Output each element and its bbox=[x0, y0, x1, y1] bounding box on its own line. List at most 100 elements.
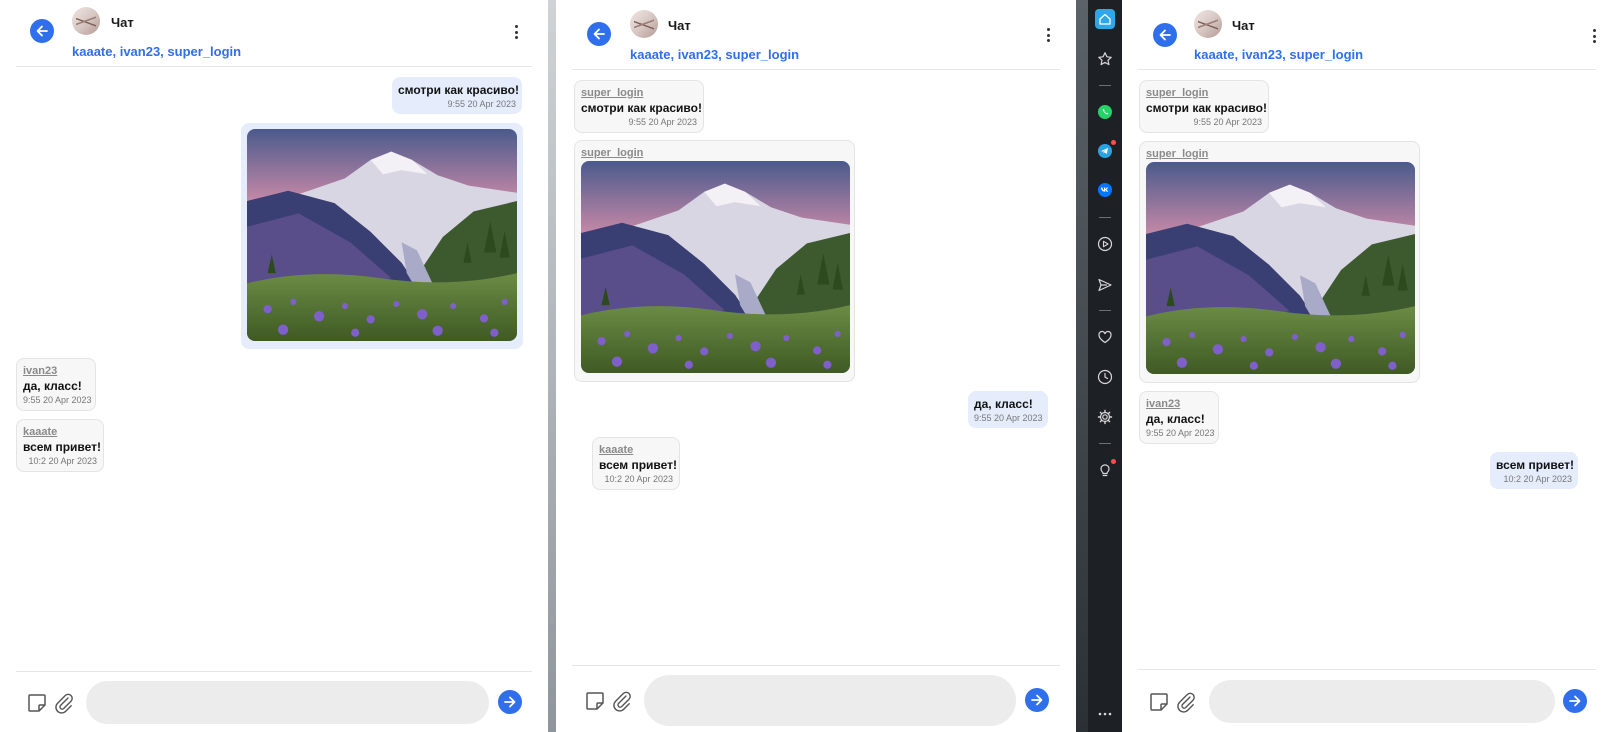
message-bubble[interactable]: да, класс! 9:55 20 Apr 2023 bbox=[968, 391, 1048, 428]
message-time: 10:2 20 Apr 2023 bbox=[28, 456, 97, 466]
message-author[interactable]: ivan23 bbox=[1146, 397, 1212, 411]
sticker-icon[interactable] bbox=[26, 692, 48, 714]
paperclip-icon[interactable] bbox=[1175, 691, 1197, 713]
message-author[interactable]: kaaate bbox=[23, 425, 97, 439]
message-text: смотри как красиво! bbox=[1146, 101, 1267, 115]
message-bubble[interactable]: kaaate всем привет! 10:2 20 Apr 2023 bbox=[16, 419, 104, 472]
app-dock bbox=[1088, 0, 1122, 732]
chat-participants[interactable]: kaaate, ivan23, super_login bbox=[630, 47, 799, 62]
dock-divider bbox=[1099, 217, 1111, 218]
arrow-right-icon bbox=[504, 696, 516, 708]
message-input[interactable] bbox=[1209, 680, 1555, 723]
message-time: 9:55 20 Apr 2023 bbox=[974, 413, 1043, 423]
image-message-bubble[interactable]: super_login bbox=[1139, 141, 1420, 383]
notification-badge bbox=[1111, 459, 1116, 464]
message-bubble[interactable]: всем привет! 10:2 20 Apr 2023 bbox=[1490, 452, 1578, 489]
message-author[interactable]: ivan23 bbox=[23, 364, 89, 378]
back-button[interactable] bbox=[30, 19, 54, 43]
message-bubble[interactable]: ivan23 да, класс! 9:55 20 Apr 2023 bbox=[1139, 391, 1219, 444]
dock-divider bbox=[1099, 443, 1111, 444]
more-options-icon[interactable] bbox=[1042, 25, 1054, 45]
message-time: 9:55 20 Apr 2023 bbox=[1193, 117, 1262, 127]
image-message-bubble[interactable]: super_login bbox=[574, 140, 855, 382]
message-text: всем привет! bbox=[23, 440, 102, 454]
chat-participants[interactable]: kaaate, ivan23, super_login bbox=[72, 44, 241, 59]
arrow-left-icon bbox=[593, 28, 605, 40]
message-text: да, класс! bbox=[1146, 412, 1205, 426]
back-button[interactable] bbox=[587, 22, 611, 46]
send-button[interactable] bbox=[1563, 689, 1587, 713]
telegram-icon[interactable] bbox=[1095, 140, 1116, 161]
chat-title: Чат bbox=[1232, 18, 1255, 33]
paperclip-icon[interactable] bbox=[611, 690, 633, 712]
notification-badge bbox=[1111, 140, 1116, 145]
chat-pane-2: Чат kaaate, ivan23, super_login super_lo… bbox=[556, 0, 1076, 732]
composer-divider bbox=[16, 671, 532, 672]
dock-divider bbox=[1099, 85, 1111, 86]
more-options-icon[interactable] bbox=[510, 22, 522, 42]
message-time: 9:55 20 Apr 2023 bbox=[23, 395, 92, 405]
message-bubble[interactable]: kaaate всем привет! 10:2 20 Apr 2023 bbox=[592, 437, 680, 490]
chat-title: Чат bbox=[111, 15, 134, 30]
message-time: 9:55 20 Apr 2023 bbox=[447, 99, 516, 109]
composer-divider bbox=[572, 665, 1060, 666]
message-author[interactable]: kaaate bbox=[599, 443, 673, 457]
message-text: смотри как красиво! bbox=[581, 101, 702, 115]
send-button[interactable] bbox=[1025, 688, 1049, 712]
arrow-left-icon bbox=[1159, 29, 1171, 41]
message-text: всем привет! bbox=[599, 458, 678, 472]
message-bubble[interactable]: super_login смотри как красиво! 9:55 20 … bbox=[1139, 80, 1269, 133]
message-text: да, класс! bbox=[23, 379, 82, 393]
lightbulb-icon[interactable] bbox=[1095, 459, 1116, 480]
message-time: 10:2 20 Apr 2023 bbox=[604, 474, 673, 484]
message-time: 9:55 20 Apr 2023 bbox=[628, 117, 697, 127]
message-text: смотри как красиво! bbox=[398, 83, 519, 97]
more-icon[interactable] bbox=[1095, 704, 1115, 724]
chat-avatar bbox=[1194, 10, 1222, 38]
chat-header: Чат kaaate, ivan23, super_login bbox=[1138, 0, 1596, 70]
chat-pane-1: Чат kaaate, ivan23, super_login смотри к… bbox=[0, 0, 548, 732]
vk-icon[interactable] bbox=[1095, 180, 1115, 200]
gear-icon[interactable] bbox=[1095, 407, 1115, 427]
sticker-icon[interactable] bbox=[1148, 691, 1170, 713]
message-text: да, класс! bbox=[974, 397, 1033, 411]
message-author[interactable]: super_login bbox=[1146, 86, 1262, 100]
home-icon[interactable] bbox=[1095, 9, 1115, 29]
message-text: всем привет! bbox=[1496, 458, 1575, 472]
message-author[interactable]: super_login bbox=[581, 86, 697, 100]
message-bubble[interactable]: ivan23 да, класс! 9:55 20 Apr 2023 bbox=[16, 358, 96, 411]
chat-title: Чат bbox=[668, 18, 691, 33]
heart-icon[interactable] bbox=[1095, 327, 1115, 347]
star-icon[interactable] bbox=[1095, 49, 1115, 69]
message-author[interactable]: super_login bbox=[581, 146, 848, 160]
message-time: 10:2 20 Apr 2023 bbox=[1503, 474, 1572, 484]
message-input[interactable] bbox=[644, 675, 1016, 726]
chat-header: Чат kaaate, ivan23, super_login bbox=[16, 0, 532, 67]
message-author[interactable]: super_login bbox=[1146, 147, 1413, 161]
chat-participants[interactable]: kaaate, ivan23, super_login bbox=[1194, 47, 1363, 62]
message-bubble[interactable]: super_login смотри как красиво! 9:55 20 … bbox=[574, 80, 704, 133]
whatsapp-icon[interactable] bbox=[1095, 102, 1115, 122]
message-bubble[interactable]: смотри как красиво! 9:55 20 Apr 2023 bbox=[392, 77, 522, 114]
mountain-wildflower-photo[interactable] bbox=[247, 129, 517, 341]
chat-header: Чат kaaate, ivan23, super_login bbox=[572, 0, 1060, 70]
clock-icon[interactable] bbox=[1095, 367, 1115, 387]
arrow-right-icon bbox=[1031, 694, 1043, 706]
image-message-bubble[interactable] bbox=[241, 123, 523, 349]
sticker-icon[interactable] bbox=[584, 690, 606, 712]
message-input[interactable] bbox=[86, 681, 489, 724]
arrow-right-icon bbox=[1569, 695, 1581, 707]
play-icon[interactable] bbox=[1095, 234, 1115, 254]
chat-pane-3: Чат kaaate, ivan23, super_login super_lo… bbox=[1122, 0, 1612, 732]
chat-avatar bbox=[630, 10, 658, 38]
send-button[interactable] bbox=[498, 690, 522, 714]
send-icon[interactable] bbox=[1095, 275, 1115, 295]
paperclip-icon[interactable] bbox=[53, 692, 75, 714]
arrow-left-icon bbox=[36, 25, 48, 37]
back-button[interactable] bbox=[1153, 23, 1177, 47]
mountain-wildflower-photo[interactable] bbox=[1146, 162, 1415, 374]
mountain-wildflower-photo[interactable] bbox=[581, 161, 850, 373]
message-time: 9:55 20 Apr 2023 bbox=[1146, 428, 1215, 438]
dock-divider bbox=[1099, 310, 1111, 311]
more-options-icon[interactable] bbox=[1588, 26, 1600, 46]
